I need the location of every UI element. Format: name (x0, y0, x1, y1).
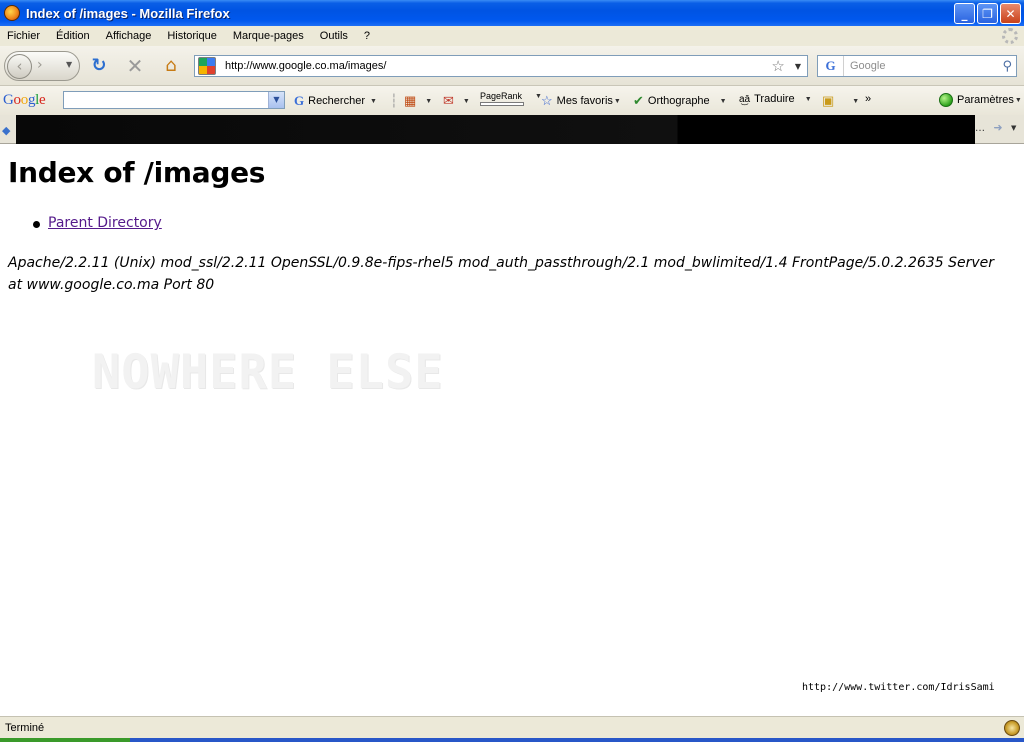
pagerank-bar (480, 102, 524, 106)
traduire-label: Traduire (754, 93, 795, 105)
firefox-window: Index of /images - Mozilla Firefox _ ❐ ✕… (0, 0, 1024, 742)
list-item: Parent Directory (33, 215, 162, 231)
search-engine-icon[interactable]: G (818, 56, 844, 76)
maximize-button[interactable]: ❐ (977, 3, 998, 24)
orthographe-label: Orthographe (647, 95, 710, 107)
status-green-icon (939, 93, 953, 107)
spellcheck-icon: ✔ (633, 93, 644, 108)
bookmark-star-icon[interactable]: ☆ (771, 57, 784, 75)
url-dropdown-icon[interactable]: ▼ (795, 62, 801, 71)
url-input[interactable]: http://www.google.co.ma/images/ (225, 60, 771, 72)
parametres-button[interactable]: Paramètres ▼ (939, 93, 1022, 107)
pagerank-label: PageRank (480, 91, 523, 101)
back-button[interactable]: ‹ (7, 54, 32, 79)
chevron-down-icon[interactable]: ▼ (268, 92, 284, 108)
firefox-icon (4, 5, 20, 21)
google-g-icon: G (294, 93, 305, 108)
throbber-icon (1002, 28, 1018, 44)
google-logo[interactable]: Google (3, 92, 46, 109)
separator-icon: ┆ (390, 93, 398, 108)
taskbar-strip (0, 738, 1024, 742)
search-input[interactable]: Google (850, 60, 1002, 72)
search-bar[interactable]: G Google ⚲ (817, 55, 1017, 77)
status-text: Terminé (5, 721, 45, 734)
history-dropdown-icon[interactable]: ▼ (66, 60, 72, 69)
home-icon[interactable]: ⌂ (160, 56, 182, 76)
news-button[interactable]: ▦ ▼ (404, 93, 432, 109)
parametres-label: Paramètres (957, 94, 1014, 106)
chevron-down-icon[interactable]: ▼ (1015, 97, 1022, 104)
mes-favoris-button[interactable]: ☆ Mes favoris ▼ (541, 93, 621, 109)
parent-directory-link[interactable]: Parent Directory (48, 215, 162, 231)
site-favicon-icon (198, 57, 216, 75)
mail-icon: ✉ (443, 93, 454, 108)
pagerank-indicator[interactable]: PageRank (480, 91, 524, 106)
scroll-left-icon[interactable]: ◆ (2, 124, 10, 137)
reload-icon[interactable]: ↻ (88, 56, 110, 76)
mes-favoris-label: Mes favoris (556, 95, 613, 107)
bookmark-strip: ◆ … ➜ ▼ (0, 115, 1024, 144)
orthographe-button[interactable]: ✔ Orthographe ▼ (633, 93, 727, 109)
rechercher-label: Rechercher (308, 95, 365, 107)
stop-icon[interactable]: ✕ (124, 56, 146, 76)
scroll-right-icon[interactable]: ➜ (989, 121, 1007, 137)
forward-button[interactable]: › (37, 57, 43, 73)
twitter-url-text: http://www.twitter.com/IdrisSami (802, 682, 995, 693)
rechercher-button[interactable]: G Rechercher ▼ (294, 93, 377, 109)
chevron-down-icon[interactable]: ▼ (370, 98, 377, 105)
more-tools-button[interactable]: » (865, 93, 871, 105)
server-signature: Apache/2.2.11 (Unix) mod_ssl/2.2.11 Open… (8, 255, 994, 293)
window-controls: _ ❐ ✕ (954, 3, 1021, 24)
google-search-input[interactable]: ▼ (63, 91, 285, 109)
page-title: Index of /images (8, 156, 266, 189)
page-content: Index of /images Parent Directory Apache… (0, 144, 1024, 716)
menu-outils[interactable]: Outils (312, 30, 356, 42)
menu-edition[interactable]: Édition (48, 30, 98, 42)
addon-status-icon[interactable] (1004, 720, 1020, 736)
navigation-toolbar: ‹ › ▼ ↻ ✕ ⌂ http://www.google.co.ma/imag… (0, 46, 1024, 86)
status-bar: Terminé (0, 716, 1024, 738)
upload-button[interactable]: ▣ ▼ (822, 93, 859, 109)
star-icon: ☆ (541, 93, 553, 108)
watermark-text: NOWHERE ELSE (92, 345, 444, 400)
chevron-down-icon[interactable]: ▼ (805, 96, 812, 103)
overflow-icon[interactable]: … (975, 123, 985, 134)
menu-affichage[interactable]: Affichage (98, 30, 160, 42)
menu-historique[interactable]: Historique (159, 30, 225, 42)
url-bar[interactable]: http://www.google.co.ma/images/ ☆ ▼ (194, 55, 808, 77)
search-icon[interactable]: ⚲ (1002, 59, 1012, 74)
back-forward-group: ‹ › ▼ (4, 51, 80, 81)
chevron-down-icon[interactable]: ▼ (463, 98, 470, 105)
news-icon: ▦ (404, 93, 417, 108)
menu-help[interactable]: ? (356, 30, 378, 42)
menu-fichier[interactable]: Fichier (0, 30, 48, 42)
menu-bar: Fichier Édition Affichage Historique Mar… (0, 26, 1024, 46)
folder-upload-icon: ▣ (822, 93, 835, 108)
chevron-down-icon[interactable]: ▼ (1011, 124, 1016, 132)
traduire-button[interactable]: a͜ā Traduire ▼ (739, 93, 812, 105)
title-bar: Index of /images - Mozilla Firefox _ ❐ ✕ (0, 0, 1024, 26)
chevron-down-icon[interactable]: ▼ (614, 98, 621, 105)
translate-icon: a͜ā (739, 93, 751, 105)
menu-marque-pages[interactable]: Marque-pages (225, 30, 312, 42)
redacted-bar (16, 115, 975, 144)
window-title: Index of /images - Mozilla Firefox (26, 5, 230, 21)
mail-button[interactable]: ✉ ▼ (443, 93, 470, 109)
close-button[interactable]: ✕ (1000, 3, 1021, 24)
chevron-down-icon[interactable]: ▼ (425, 98, 432, 105)
directory-list: Parent Directory (33, 215, 162, 231)
minimize-button[interactable]: _ (954, 3, 975, 24)
google-toolbar: Google ▼ G Rechercher ▼ ┆ ▦ ▼ ✉ ▼ PageRa… (0, 86, 1024, 115)
chevron-more-icon: » (865, 93, 872, 105)
chevron-down-icon[interactable]: ▼ (720, 98, 727, 105)
chevron-down-icon[interactable]: ▼ (852, 98, 859, 105)
